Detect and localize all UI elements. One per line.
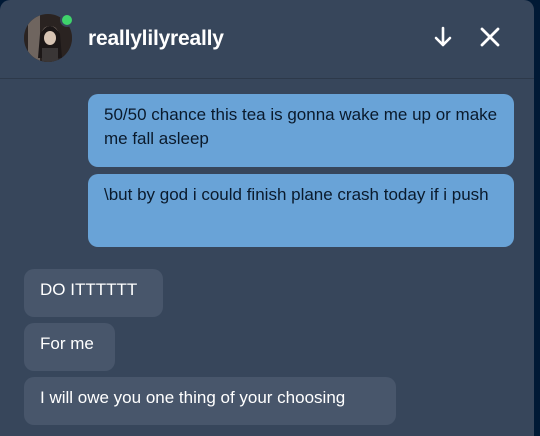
minimize-button[interactable] — [428, 22, 458, 52]
message-bubble-received[interactable]: I will owe you one thing of your choosin… — [24, 377, 396, 425]
chat-username[interactable]: reallylilyreally — [88, 27, 224, 51]
message-text: \but by god i could finish plane crash t… — [104, 185, 489, 204]
message-bubble-sent[interactable]: 50/50 chance this tea is gonna wake me u… — [88, 94, 514, 167]
chat-header: reallylilyreally — [0, 0, 534, 79]
message-bubble-received[interactable]: For me — [24, 323, 115, 371]
close-icon — [480, 27, 500, 47]
message-bubble-sent[interactable]: \but by god i could finish plane crash t… — [88, 174, 514, 247]
message-text: 50/50 chance this tea is gonna wake me u… — [104, 105, 498, 148]
online-status-dot — [60, 13, 74, 27]
close-button[interactable] — [475, 22, 505, 52]
message-bubble-received[interactable]: DO ITTTTTT — [24, 269, 163, 317]
message-text: DO ITTTTTT — [40, 280, 138, 299]
avatar[interactable] — [24, 13, 74, 62]
message-text: For me — [40, 334, 94, 353]
arrow-down-icon — [434, 26, 452, 47]
message-text: I will owe you one thing of your choosin… — [40, 388, 346, 407]
chat-window: reallylilyreally 50/50 chance this tea i… — [0, 0, 534, 436]
